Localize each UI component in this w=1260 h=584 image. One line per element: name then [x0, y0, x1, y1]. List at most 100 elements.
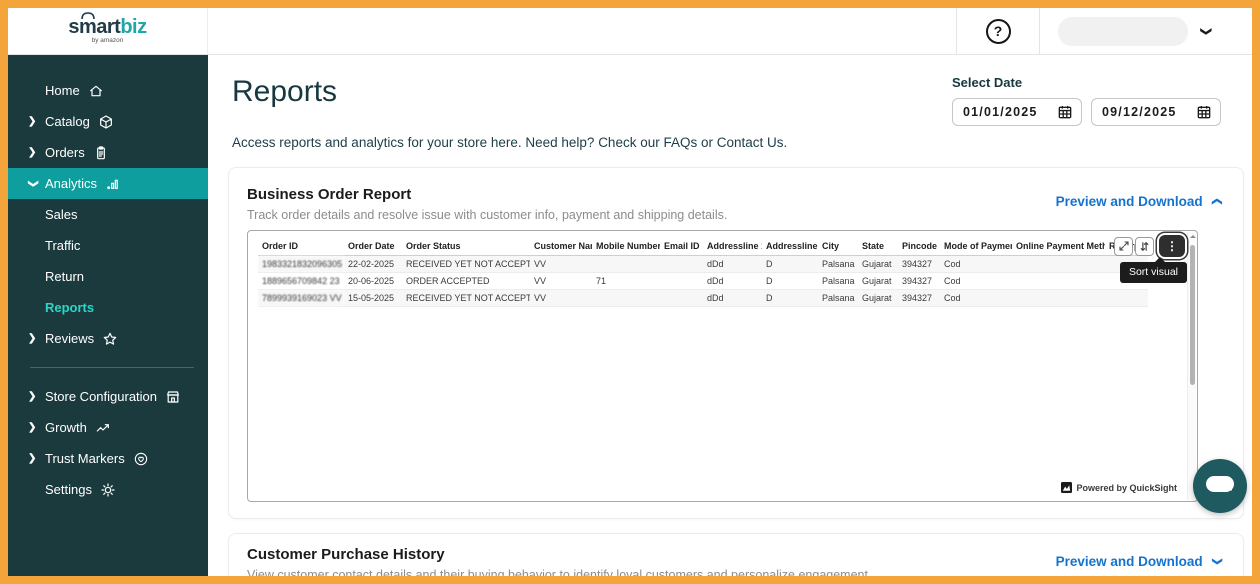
column-header[interactable]: Online Payment Method	[1012, 237, 1105, 256]
table-cell: Gujarat	[858, 289, 898, 307]
heart-badge-icon	[134, 452, 147, 465]
table-cell	[1012, 255, 1105, 273]
sidebar-item-traffic[interactable]: Traffic	[8, 230, 208, 261]
table-body: 1983321832096305 22-02-2025 RECEIVED YET N…	[258, 255, 1148, 307]
table-row[interactable]: 1983321832096305 22-02-2025 RECEIVED YET N…	[258, 255, 1148, 273]
table-cell: 1889656709842 23	[258, 272, 344, 290]
table-cell: 22-02-2025	[344, 255, 402, 273]
visual-menu-button[interactable]: ⋮	[1159, 235, 1185, 257]
table-cell: Palsana	[818, 272, 858, 290]
table-cell: RECEIVED YET NOT ACCEPTED	[402, 289, 530, 307]
sidebar-item-orders[interactable]: ❯ Orders	[8, 137, 208, 168]
awning-icon	[81, 12, 96, 20]
table-cell: Palsana	[818, 255, 858, 273]
sidebar-item-trust-markers[interactable]: ❯ Trust Markers	[8, 443, 208, 474]
table-cell: 15-05-2025	[344, 289, 402, 307]
table-cell: 7899939169023 VV	[258, 289, 344, 307]
help-button[interactable]: ?	[956, 8, 1040, 54]
faqs-link[interactable]: FAQs	[663, 135, 697, 150]
scroll-up-arrow[interactable]	[1190, 235, 1196, 238]
sidebar-item-catalog[interactable]: ❯ Catalog	[8, 106, 208, 137]
chevron-right-icon: ❯	[28, 147, 37, 158]
column-header[interactable]: Addressline 1	[703, 237, 762, 256]
customer-purchase-history-card: Customer Purchase History View customer …	[228, 533, 1244, 576]
table-cell: dDd	[703, 255, 762, 273]
orders-table: Order ID Order Date Order Status Customer N…	[258, 237, 1148, 307]
column-header[interactable]: Mode of Payment	[940, 237, 1012, 256]
logo-container: smartbiz by amazon	[8, 8, 208, 54]
sidebar-item-sales[interactable]: Sales	[8, 199, 208, 230]
expand-visual-button[interactable]	[1114, 236, 1133, 256]
chevron-up-icon: ❯	[1211, 197, 1223, 206]
table-cell	[1012, 289, 1105, 307]
contact-us-link[interactable]: Contact Us	[717, 135, 784, 150]
chevron-right-icon: ❯	[28, 422, 37, 433]
smartbiz-logo[interactable]: smartbiz by amazon	[68, 12, 147, 45]
question-circle-icon: ?	[985, 18, 1011, 44]
table-cell: Cod	[940, 289, 1012, 307]
sidebar-item-growth[interactable]: ❯ Growth	[8, 412, 208, 443]
column-header[interactable]: Order Status	[402, 237, 530, 256]
column-header[interactable]: Customer Name	[530, 237, 592, 256]
column-header[interactable]: Pincode	[898, 237, 940, 256]
column-header[interactable]: Mobile Number	[592, 237, 660, 256]
sidebar-item-settings[interactable]: Settings	[8, 474, 208, 505]
table-row[interactable]: 1889656709842 23 20-06-2025 ORDER ACCEPTED…	[258, 272, 1148, 290]
chevron-down-icon: ❯	[1200, 26, 1213, 36]
date-to-input[interactable]: 09/12/2025	[1091, 98, 1221, 126]
quicksight-embed: Order ID Order Date Order Status Customer N…	[247, 230, 1198, 502]
table-cell	[660, 255, 703, 273]
table-cell: D	[762, 272, 818, 290]
table-cell	[660, 289, 703, 307]
preview-download-toggle[interactable]: Preview and Download ❯	[1056, 194, 1223, 209]
column-header[interactable]: Order ID	[258, 237, 344, 256]
chevron-right-icon: ❯	[28, 453, 37, 464]
chat-widget-button[interactable]	[1193, 459, 1247, 513]
sidebar-item-store-configuration[interactable]: ❯ Store Configuration	[8, 381, 208, 412]
table-header-row: Order ID Order Date Order Status Customer N…	[258, 237, 1148, 256]
sort-icon	[1140, 241, 1149, 251]
main-content: Reports Access reports and analytics for…	[208, 55, 1252, 576]
table-cell: 20-06-2025	[344, 272, 402, 290]
sidebar-item-analytics[interactable]: ❯ Analytics	[8, 168, 208, 199]
page-description: Access reports and analytics for your st…	[232, 135, 788, 150]
sidebar-item-return[interactable]: Return	[8, 261, 208, 292]
sidebar-item-home[interactable]: Home	[8, 75, 208, 106]
clipboard-icon	[96, 145, 105, 159]
calendar-icon	[1197, 106, 1211, 119]
date-from-input[interactable]: 01/01/2025	[952, 98, 1082, 126]
sidebar-item-reports[interactable]: Reports	[8, 292, 208, 323]
chat-bubble-icon	[1206, 476, 1234, 492]
embed-scrollbar[interactable]	[1187, 232, 1196, 500]
topbar-right: ? ❯	[956, 8, 1252, 54]
sort-visual-button[interactable]	[1135, 236, 1154, 256]
scrollbar-thumb[interactable]	[1189, 245, 1195, 385]
table-cell: Cod	[940, 272, 1012, 290]
table-cell	[1012, 272, 1105, 290]
sidebar-item-reviews[interactable]: ❯ Reviews	[8, 323, 208, 354]
column-header[interactable]: City	[818, 237, 858, 256]
column-header[interactable]: Addressline 2	[762, 237, 818, 256]
table-cell: dDd	[703, 289, 762, 307]
preview-download-toggle[interactable]: Preview and Download ❯	[1056, 554, 1223, 569]
table-cell: 394327	[898, 289, 940, 307]
table-cell: Gujarat	[858, 272, 898, 290]
app-window: smartbiz by amazon ? ❯ Home ❯ Catalog ❯ Or…	[0, 0, 1260, 584]
topbar: smartbiz by amazon ? ❯	[8, 8, 1252, 55]
table-cell: 394327	[898, 255, 940, 273]
table-cell: Gujarat	[858, 255, 898, 273]
column-header[interactable]: State	[858, 237, 898, 256]
sidebar-divider	[30, 367, 194, 368]
column-header[interactable]: Email ID	[660, 237, 703, 256]
select-date-label: Select Date	[952, 75, 1023, 90]
table-cell: VV	[530, 255, 592, 273]
table-cell: dDd	[703, 272, 762, 290]
powered-by-quicksight: Powered by QuickSight	[1057, 480, 1181, 495]
calendar-icon	[1058, 106, 1072, 119]
table-row[interactable]: 7899939169023 VV 15-05-2025 RECEIVED YET N…	[258, 289, 1148, 307]
account-menu[interactable]: ❯	[1040, 8, 1252, 54]
date-filter: Select Date 01/01/2025 09/12/2025	[952, 75, 1224, 126]
table-cell	[1105, 289, 1148, 307]
column-header[interactable]: Order Date	[344, 237, 402, 256]
table-cell: 1983321832096305	[258, 255, 344, 273]
